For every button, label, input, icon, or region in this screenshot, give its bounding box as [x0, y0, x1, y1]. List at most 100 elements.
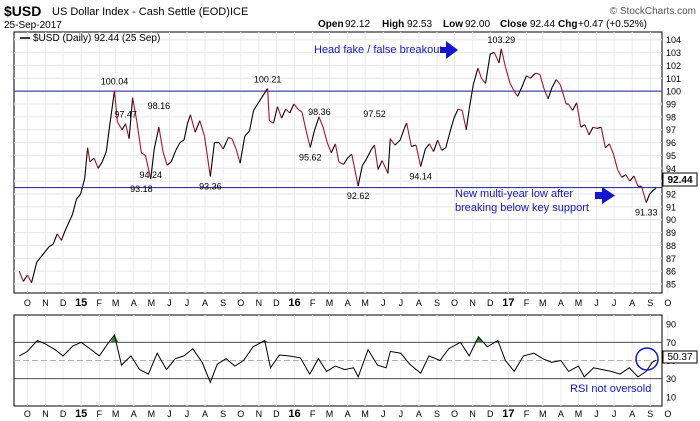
rsi-x-tick: A — [202, 409, 208, 419]
price-y-tick: 100 — [666, 87, 681, 97]
rsi-x-tick: A — [416, 409, 422, 419]
price-y-tick: 101 — [666, 74, 681, 84]
rsi-x-tick: M — [361, 409, 369, 419]
price-y-tick: 87 — [666, 254, 676, 264]
price-x-tick: D — [273, 298, 280, 308]
price-x-tick: A — [131, 298, 137, 308]
rsi-x-tick: S — [220, 409, 226, 419]
rsi-x-tick: M — [112, 409, 120, 419]
last-price-tag: 92.44 — [662, 172, 698, 187]
rsi-x-tick: O — [664, 409, 671, 419]
price-point-label: 94.24 — [139, 170, 162, 180]
price-point-label: 100.04 — [101, 77, 129, 87]
price-x-tick: A — [416, 298, 422, 308]
rsi-x-tick: D — [273, 409, 280, 419]
rsi-x-tick: M — [539, 409, 547, 419]
high-label: High — [382, 19, 404, 30]
close-label: Close — [500, 19, 528, 30]
rsi-x-tick: O — [237, 409, 244, 419]
price-x-tick: J — [185, 298, 190, 308]
price-y-tick: 97 — [666, 125, 676, 135]
head-fake-annotation: Head fake / false breakout — [314, 44, 442, 56]
new-low-annotation-line2: breaking below key support — [455, 202, 589, 214]
price-point-label: 93.36 — [199, 182, 222, 192]
rsi-x-tick: A — [629, 409, 635, 419]
price-x-tick: M — [539, 298, 547, 308]
rsi-x-tick: S — [647, 409, 653, 419]
rsi-last-value: 50.37 — [667, 352, 692, 363]
chart-date: 25-Sep-2017 — [4, 20, 62, 31]
rsi-y-tick: 30 — [666, 374, 676, 384]
rsi-y-tick: 70 — [666, 338, 676, 348]
price-y-tick: 88 — [666, 241, 676, 251]
price-y-tick: 85 — [666, 280, 676, 290]
price-x-tick: M — [361, 298, 369, 308]
price-x-tick: A — [558, 298, 564, 308]
rsi-x-tick: M — [148, 409, 156, 419]
price-y-tick: 91 — [666, 202, 676, 212]
rsi-x-tick: D — [487, 409, 494, 419]
legend-text: $USD (Daily) 92.44 (25 Sep) — [33, 33, 160, 44]
last-price-value: 92.44 — [667, 175, 692, 186]
price-x-tick: D — [487, 298, 494, 308]
price-x-tick: M — [148, 298, 156, 308]
price-x-tick: N — [256, 298, 263, 308]
price-point-label: 98.16 — [148, 101, 171, 111]
price-y-tick: 86 — [666, 267, 676, 277]
price-point-label: 97.47 — [114, 110, 137, 120]
price-point-label: 91.33 — [635, 208, 658, 218]
price-y-tick: 104 — [666, 35, 681, 45]
price-y-tick: 89 — [666, 228, 676, 238]
low-label: Low — [443, 19, 463, 30]
price-x-tick: M — [112, 298, 120, 308]
rsi-x-tick: M — [326, 409, 334, 419]
price-point-label: 97.52 — [363, 109, 386, 119]
price-x-tick: J — [612, 298, 617, 308]
price-point-label: 100.21 — [254, 74, 282, 84]
rsi-x-tick: J — [381, 409, 386, 419]
open-label: Open — [318, 19, 344, 30]
rsi-x-tick: F — [310, 409, 316, 419]
price-y-tick: 99 — [666, 100, 676, 110]
price-x-tick: S — [647, 298, 653, 308]
rsi-y-tick: 10 — [666, 392, 676, 402]
price-x-tick: O — [24, 298, 31, 308]
price-y-tick: 92 — [666, 190, 676, 200]
price-x-tick: S — [220, 298, 226, 308]
rsi-x-tick: A — [558, 409, 564, 419]
low-value: 92.00 — [465, 19, 490, 30]
price-x-tick: N — [469, 298, 476, 308]
rsi-x-tick: F — [97, 409, 103, 419]
price-x-tick: O — [237, 298, 244, 308]
rsi-x-tick: A — [131, 409, 137, 419]
chg-value: +0.47 (+0.52%) — [578, 19, 647, 30]
rsi-x-tick: D — [60, 409, 67, 419]
price-x-tick: O — [664, 298, 671, 308]
rsi-x-tick: S — [434, 409, 440, 419]
watermark: © StockCharts.com — [610, 6, 696, 17]
rsi-x-tick: 17 — [502, 408, 514, 420]
rsi-x-tick: A — [345, 409, 351, 419]
price-x-tick: M — [326, 298, 334, 308]
price-point-label: 92.62 — [347, 191, 370, 201]
rsi-last-tag: 50.37 — [662, 350, 698, 364]
price-y-tick: 94 — [666, 164, 676, 174]
price-x-tick: F — [310, 298, 316, 308]
rsi-x-tick: J — [594, 409, 599, 419]
price-x-tick: F — [524, 298, 530, 308]
exchange-name: ICE — [230, 6, 248, 18]
rsi-x-tick: N — [256, 409, 263, 419]
price-y-tick: 90 — [666, 215, 676, 225]
price-x-tick: J — [167, 298, 172, 308]
rsi-x-tick: 15 — [75, 408, 87, 420]
rsi-x-tick: N — [469, 409, 476, 419]
rsi-x-tick: M — [575, 409, 583, 419]
price-y-tick: 96 — [666, 138, 676, 148]
open-value: 92.12 — [345, 19, 370, 30]
price-y-tick: 98 — [666, 112, 676, 122]
price-panel — [13, 31, 663, 294]
price-point-label: 94.14 — [409, 171, 432, 181]
chg-label: Chg — [558, 19, 577, 30]
price-x-tick: J — [594, 298, 599, 308]
price-x-tick: A — [629, 298, 635, 308]
